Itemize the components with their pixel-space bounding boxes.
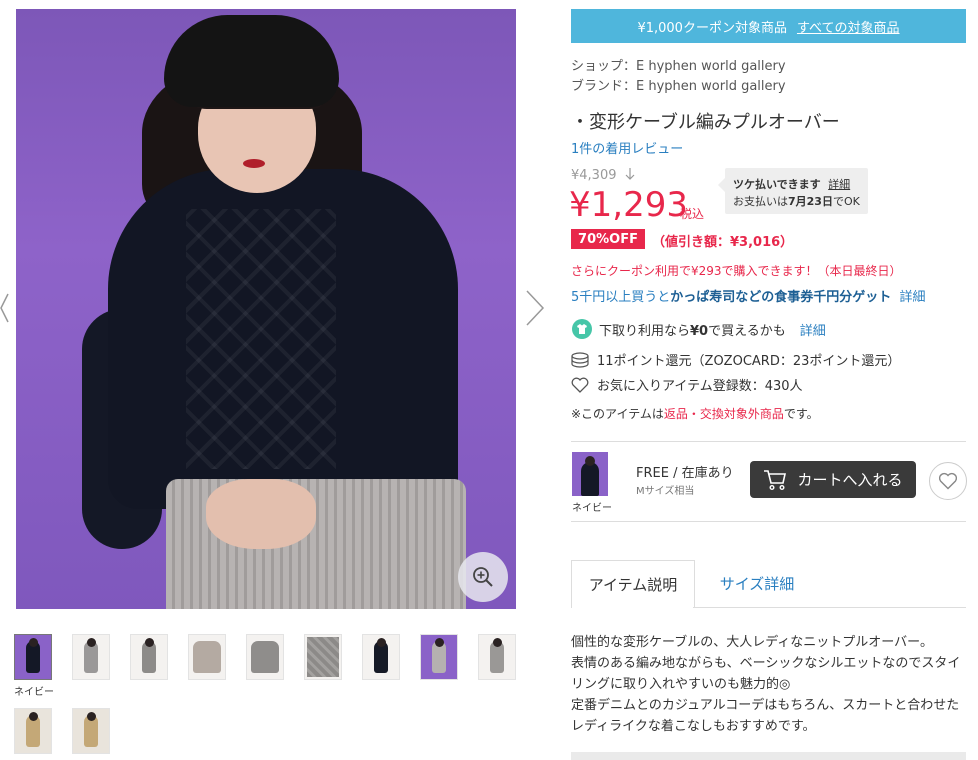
next-image-button[interactable]	[523, 288, 547, 328]
main-product-image[interactable]	[16, 9, 516, 609]
brand-label: ブランド：	[571, 79, 637, 94]
coupon-all-items-link[interactable]: すべての対象商品	[797, 17, 900, 36]
thumbnail-11[interactable]	[72, 708, 110, 754]
return-note-suffix: です。	[783, 407, 819, 421]
description-line: リングに取り入れやすいのも魅力的◎	[571, 677, 791, 692]
magnifier-plus-icon	[473, 567, 493, 587]
thumbnail-7[interactable]	[362, 634, 400, 680]
description-line: 表情のある編み地ながらも、ベーシックなシルエットなのでスタイ	[571, 656, 961, 671]
tsuke-detail-link[interactable]: 詳細	[828, 178, 850, 191]
trade-in-detail-link[interactable]: 詳細	[800, 320, 826, 339]
promo-prefix: 5千円以上買うと	[571, 290, 671, 305]
promo-bold: かっぱ寿司などの食事券千円分ゲット	[670, 290, 892, 305]
thumbnail-5[interactable]	[246, 634, 284, 680]
points-row: 11ポイント還元（ZOZOCARD：23ポイント還元）	[571, 350, 900, 369]
favorite-button[interactable]	[929, 462, 967, 500]
return-note-prefix: ※このアイテムは	[571, 407, 664, 421]
tsuke-date-line: お支払いは7月23日でOK	[733, 193, 860, 209]
shop-link[interactable]: E hyphen world gallery	[636, 59, 786, 74]
tab-underline	[693, 607, 966, 608]
tab-size-detail[interactable]: サイズ詳細	[697, 560, 817, 607]
add-to-cart-label: カートへ入れる	[797, 471, 903, 489]
brand-link[interactable]: E hyphen world gallery	[636, 79, 786, 94]
thumbnail-3[interactable]	[130, 634, 168, 680]
model-lips	[243, 159, 265, 168]
tsuke-payment-tooltip: ツケ払いできます 詳細 お支払いは7月23日でOK	[718, 168, 868, 214]
cable-knit-pattern	[186, 209, 336, 469]
prev-image-button[interactable]	[0, 290, 14, 326]
arrow-down-icon	[625, 168, 635, 180]
add-to-cart-button[interactable]: カートへ入れる	[750, 461, 916, 498]
cart-icon	[764, 469, 787, 490]
trade-in-row: 下取り利用なら¥0で買えるかも 詳細	[571, 318, 826, 340]
description-line: 定番デニムとのカジュアルコーデはもちろん、スカートと合わせた	[571, 698, 960, 713]
thumbnail-1[interactable]	[14, 634, 52, 680]
chevron-right-icon	[526, 290, 545, 326]
tshirt-icon	[572, 319, 592, 339]
color-name: ネイビー	[572, 503, 612, 514]
trade-in-suffix: で買えるかも	[708, 323, 786, 339]
zoom-button[interactable]	[458, 552, 508, 602]
chevron-left-icon	[0, 293, 9, 323]
model-hands	[206, 479, 316, 549]
favorites-row: お気に入りアイテム登録数：430人	[571, 375, 803, 394]
tsuke-title-line: ツケ払いできます 詳細	[733, 176, 850, 192]
trade-in-prefix: 下取り利用なら	[599, 323, 691, 339]
size-note: Mサイズ相当	[636, 486, 695, 497]
heart-icon	[938, 472, 958, 490]
discount-amount: （値引き額：¥3,016）	[652, 235, 794, 250]
coupon-note: さらにクーポン利用で¥293で購入できます！（本日最終日）	[571, 264, 902, 278]
original-price: ¥4,309	[571, 168, 635, 183]
points-text: 11ポイント還元（ZOZOCARD：23ポイント還元）	[597, 354, 901, 369]
discount-badge: 70%OFF	[571, 229, 645, 249]
beret-hat	[164, 15, 339, 107]
tsuke-line-prefix: お支払いは	[733, 195, 788, 208]
description-line: 個性的な変形ケーブルの、大人レディなニットプルオーバー。	[571, 635, 934, 650]
tsuke-date: 7月23日	[788, 195, 833, 208]
product-title: ・変形ケーブル編みプルオーバー	[571, 112, 840, 133]
thumbnail-8[interactable]	[420, 634, 458, 680]
return-note-highlight: 返品・交換対象外商品	[663, 407, 784, 421]
promo-line: 5千円以上買うとかっぱ寿司などの食事券千円分ゲット 詳細	[571, 286, 925, 305]
description-line: レディライクな着こなしもおすすめです。	[571, 719, 816, 734]
coupon-banner-text: ¥1,000クーポン対象商品	[637, 20, 787, 36]
thumbnail-10[interactable]	[14, 708, 52, 754]
divider	[571, 521, 966, 522]
tax-label: 税込	[680, 207, 705, 221]
divider	[571, 441, 966, 442]
sale-price: ¥1,293	[569, 185, 688, 225]
promo-detail-link[interactable]: 詳細	[899, 290, 925, 305]
original-price-value: ¥4,309	[571, 168, 617, 183]
tab-item-description[interactable]: アイテム説明	[571, 560, 695, 608]
shop-line: ショップ：E hyphen world gallery	[571, 55, 786, 74]
review-link[interactable]: 1件の着用レビュー	[571, 138, 683, 157]
thumbnail-9[interactable]	[478, 634, 516, 680]
size-stock: FREE / 在庫あり	[636, 466, 734, 481]
shop-label: ショップ：	[571, 59, 637, 74]
coin-stack-icon	[571, 351, 589, 368]
coupon-banner: ¥1,000クーポン対象商品 すべての対象商品	[571, 9, 966, 43]
thumbnail-2[interactable]	[72, 634, 110, 680]
item-description: 個性的な変形ケーブルの、大人レディなニットプルオーバー。 表情のある編み地ながら…	[571, 632, 971, 737]
thumbnail-6[interactable]	[304, 634, 342, 680]
tsuke-title: ツケ払いできます	[733, 178, 821, 191]
tsuke-line-suffix: でOK	[832, 195, 860, 208]
favorites-count: お気に入りアイテム登録数：430人	[597, 379, 803, 394]
color-swatch[interactable]	[572, 452, 608, 496]
trade-in-text: 下取り利用なら¥0で買えるかも	[599, 320, 786, 339]
brand-line: ブランド：E hyphen world gallery	[571, 75, 786, 94]
return-note: ※このアイテムは返品・交換対象外商品です。	[571, 405, 819, 422]
thumbnail-4[interactable]	[188, 634, 226, 680]
heart-icon	[571, 377, 589, 393]
bottom-section-bar	[571, 752, 966, 760]
thumbnail-caption: ネイビー	[14, 687, 54, 698]
trade-in-price: ¥0	[690, 323, 709, 339]
